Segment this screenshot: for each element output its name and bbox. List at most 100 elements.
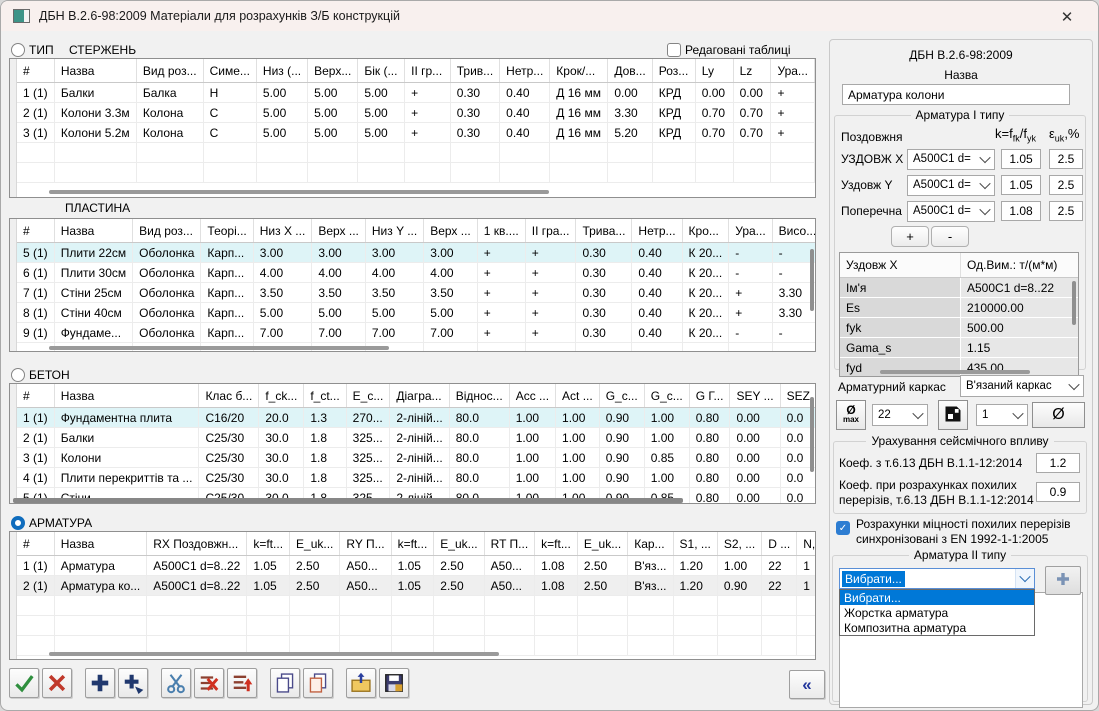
table-cell[interactable]: 0.85 bbox=[644, 448, 689, 468]
table-cell[interactable]: 0.30 bbox=[576, 283, 632, 303]
table-cell[interactable]: 0.00 bbox=[730, 468, 780, 488]
prop-value[interactable]: 1.15 bbox=[961, 338, 1078, 357]
column-header[interactable]: Висо... bbox=[772, 219, 816, 243]
add-row-button[interactable] bbox=[85, 668, 115, 698]
table-cell[interactable]: 2.50 bbox=[290, 556, 340, 576]
table-cell[interactable]: 1.3 bbox=[304, 408, 346, 428]
table-cell[interactable]: Н bbox=[203, 83, 256, 103]
table-cell[interactable]: A50... bbox=[340, 576, 391, 596]
name-input[interactable]: Арматура колони bbox=[842, 84, 1070, 105]
eps-input[interactable]: 2.5 bbox=[1049, 175, 1083, 195]
table-cell[interactable]: Оболонка bbox=[133, 283, 201, 303]
table-cell[interactable]: 0.00 bbox=[730, 428, 780, 448]
table-cell[interactable]: 7.00 bbox=[312, 323, 366, 343]
table-row[interactable]: 5 (1)Плити 22смОболонкаКарп...3.003.003.… bbox=[17, 243, 816, 263]
column-header[interactable]: # bbox=[17, 59, 54, 83]
cancel-button[interactable] bbox=[42, 668, 72, 698]
table-cell[interactable]: 5.00 bbox=[358, 123, 405, 143]
table-cell[interactable]: - bbox=[729, 243, 772, 263]
table-cell[interactable]: + bbox=[477, 323, 525, 343]
diameter1-select[interactable]: 22 bbox=[872, 404, 928, 426]
table-cell[interactable]: 0.40 bbox=[500, 83, 550, 103]
column-header[interactable]: Вид роз... bbox=[133, 219, 201, 243]
column-header[interactable]: Низ X ... bbox=[253, 219, 312, 243]
prop-value[interactable]: A500C1 d=8..22 bbox=[961, 278, 1078, 297]
column-header[interactable]: Бік (... bbox=[358, 59, 405, 83]
table-cell[interactable]: 2-ліній... bbox=[390, 408, 449, 428]
table-cell[interactable]: 3.50 bbox=[312, 283, 366, 303]
table-cell[interactable]: 0.00 bbox=[730, 448, 780, 468]
table-cell[interactable]: C25/30 bbox=[199, 428, 259, 448]
table-cell[interactable]: 1.00 bbox=[509, 468, 555, 488]
column-header[interactable]: Роз... bbox=[652, 59, 695, 83]
plastina-table[interactable]: #НазваВид роз...Теорі...Низ X ...Верх ..… bbox=[9, 218, 816, 352]
table-cell[interactable]: 3.50 bbox=[253, 283, 312, 303]
table-cell[interactable]: 2-ліній... bbox=[390, 428, 449, 448]
apply-button[interactable] bbox=[9, 668, 39, 698]
column-header[interactable]: E_uk... bbox=[290, 532, 340, 556]
rebar-props-table[interactable]: Уздовж X Од.Вим.: т/(м*м) Ім'яA500C1 d=8… bbox=[839, 252, 1079, 377]
delete-rows-button[interactable] bbox=[194, 668, 224, 698]
table-cell[interactable]: 270... bbox=[346, 408, 390, 428]
table-cell[interactable]: 1.8 bbox=[304, 448, 346, 468]
table-cell[interactable]: 0.30 bbox=[576, 243, 632, 263]
save-button[interactable] bbox=[379, 668, 409, 698]
table-cell[interactable]: A50... bbox=[484, 556, 535, 576]
table-cell[interactable]: 80.0 bbox=[449, 468, 509, 488]
column-header[interactable]: # bbox=[17, 532, 54, 556]
table-cell[interactable]: C25/30 bbox=[199, 448, 259, 468]
table-cell[interactable]: Колона bbox=[136, 103, 203, 123]
table-cell[interactable]: 0.00 bbox=[730, 488, 780, 505]
table-cell[interactable]: К 20... bbox=[682, 303, 729, 323]
table-cell[interactable]: 1.00 bbox=[717, 556, 761, 576]
prop-name[interactable]: Gama_s bbox=[840, 338, 961, 357]
table-cell[interactable]: Оболонка bbox=[133, 263, 201, 283]
table-row[interactable]: 1 (1)Фундаментна плитаC16/2020.01.3270..… bbox=[17, 408, 816, 428]
table-cell[interactable]: 0.00 bbox=[730, 408, 780, 428]
column-header[interactable]: Верх... bbox=[308, 59, 358, 83]
table-cell[interactable]: 5.00 bbox=[308, 123, 358, 143]
table-cell[interactable]: 5.00 bbox=[312, 303, 366, 323]
column-header[interactable]: S1, ... bbox=[673, 532, 717, 556]
column-header[interactable]: Ly bbox=[695, 59, 733, 83]
table-cell[interactable]: + bbox=[525, 283, 576, 303]
table-cell[interactable]: В'яз... bbox=[628, 556, 673, 576]
table-cell[interactable]: + bbox=[525, 263, 576, 283]
table-cell[interactable]: 3.00 bbox=[312, 243, 366, 263]
column-header[interactable]: Вид роз... bbox=[136, 59, 203, 83]
column-header[interactable]: Теорі... bbox=[201, 219, 253, 243]
table-cell[interactable]: - bbox=[772, 323, 816, 343]
table-cell[interactable]: Карп... bbox=[201, 283, 253, 303]
table-cell[interactable]: 1.00 bbox=[556, 408, 600, 428]
table-cell[interactable]: 0.40 bbox=[632, 323, 682, 343]
table-cell[interactable]: 0.0 bbox=[780, 488, 816, 505]
table-cell[interactable]: 8 (1) bbox=[17, 303, 54, 323]
column-header[interactable]: k=ft... bbox=[535, 532, 578, 556]
table-row[interactable]: 2 (1)БалкиC25/3030.01.8325...2-ліній...8… bbox=[17, 428, 816, 448]
table-row[interactable]: 9 (1)Фундаме...ОболонкаКарп...7.007.007.… bbox=[17, 323, 816, 343]
table-cell[interactable]: 7.00 bbox=[424, 323, 478, 343]
table-cell[interactable]: 1 (1) bbox=[17, 83, 54, 103]
table-cell[interactable]: 0.40 bbox=[632, 303, 682, 323]
table-cell[interactable]: 1.05 bbox=[247, 576, 290, 596]
table-cell[interactable]: Плити 22см bbox=[54, 243, 132, 263]
table-cell[interactable]: 1.00 bbox=[556, 428, 600, 448]
eps-input[interactable]: 2.5 bbox=[1049, 201, 1083, 221]
table-cell[interactable]: 0.00 bbox=[608, 83, 652, 103]
column-header[interactable]: G_c... bbox=[599, 384, 644, 408]
column-header[interactable]: Ура... bbox=[729, 219, 772, 243]
table-cell[interactable]: 2.50 bbox=[577, 576, 627, 596]
table-cell[interactable]: 0.30 bbox=[576, 323, 632, 343]
karkas-select[interactable]: В'язаний каркас bbox=[960, 375, 1084, 397]
table-cell[interactable]: 1 bbox=[797, 576, 816, 596]
column-header[interactable]: Симе... bbox=[203, 59, 256, 83]
table-cell[interactable]: Оболонка bbox=[133, 243, 201, 263]
table-cell[interactable]: 2.50 bbox=[577, 556, 627, 576]
table-cell[interactable]: Д 16 мм bbox=[550, 103, 608, 123]
props-hscrollbar[interactable] bbox=[880, 370, 1030, 374]
table-cell[interactable]: 0.80 bbox=[689, 448, 730, 468]
table-cell[interactable]: + bbox=[525, 323, 576, 343]
sterzhen-table[interactable]: #НазваВид роз...Симе...Низ (...Верх...Бі… bbox=[9, 58, 816, 198]
table-cell[interactable]: 0.00 bbox=[695, 83, 733, 103]
column-header[interactable]: Діагра... bbox=[390, 384, 449, 408]
